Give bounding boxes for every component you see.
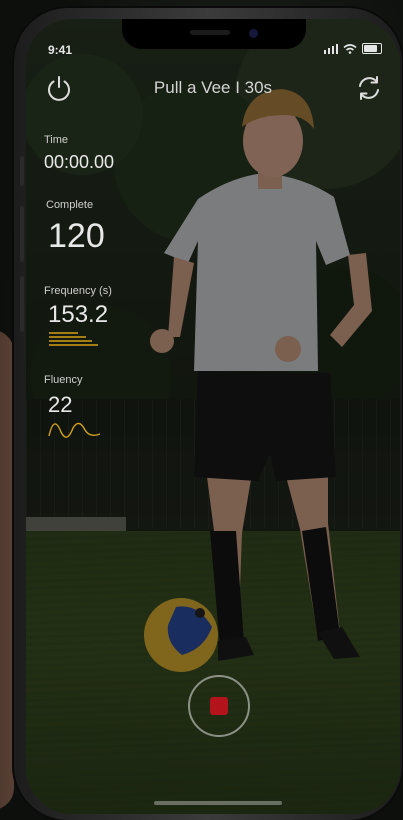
stat-time-value: 00:00.00 <box>44 152 115 172</box>
volume-down-button <box>20 276 24 332</box>
stat-time-label: Time <box>44 134 69 146</box>
frequency-bars-icon <box>49 332 98 346</box>
signal-icon <box>323 43 338 54</box>
phone-screen: 9:41 Pull a Vee I 30s Time 00:00.00 Comp… <box>26 19 400 814</box>
refresh-icon[interactable] <box>354 73 384 103</box>
battery-icon <box>362 43 382 54</box>
phone-frame: 9:41 Pull a Vee I 30s Time 00:00.00 Comp… <box>12 6 403 820</box>
stat-fluency: Fluency 22 <box>44 374 102 440</box>
stat-frequency: Frequency (s) 153.2 <box>44 285 112 349</box>
front-camera <box>249 29 258 38</box>
notch <box>122 19 306 49</box>
stat-fluency-label: Fluency <box>44 374 83 386</box>
stop-icon <box>210 697 228 715</box>
volume-up-button <box>20 206 24 262</box>
status-icons <box>323 43 382 54</box>
stat-complete-value: 120 <box>48 217 105 255</box>
drill-title: Pull a Vee I 30s <box>153 78 273 97</box>
status-time: 9:41 <box>48 43 73 57</box>
stat-time: Time 00:00.00 <box>44 134 114 173</box>
fluency-wave-icon <box>48 422 101 438</box>
app-screenshot: 9:41 Pull a Vee I 30s Time 00:00.00 Comp… <box>0 0 403 820</box>
home-indicator <box>154 801 282 805</box>
stat-complete: Complete 120 <box>44 199 105 256</box>
stat-frequency-value: 153.2 <box>48 301 109 328</box>
stat-complete-label: Complete <box>46 199 94 211</box>
wifi-icon <box>343 43 357 54</box>
stat-fluency-value: 22 <box>48 392 73 417</box>
top-bar: Pull a Vee I 30s <box>26 73 400 113</box>
stat-frequency-label: Frequency (s) <box>44 285 112 297</box>
record-button[interactable] <box>188 675 250 737</box>
mute-switch <box>20 156 24 186</box>
speaker-grille <box>190 30 230 35</box>
